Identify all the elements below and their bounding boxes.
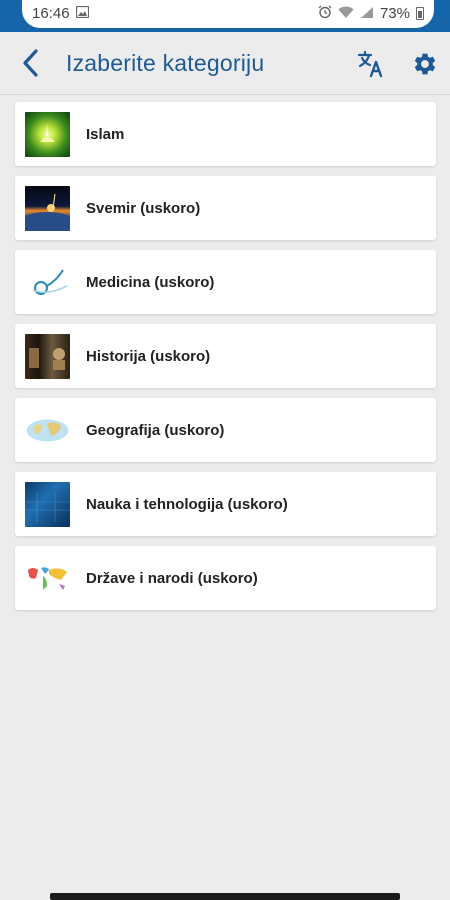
category-label: Historija (uskoro) — [86, 347, 211, 365]
battery-icon — [416, 6, 424, 20]
status-bar: 16:46 73% — [0, 0, 450, 32]
category-label: Svemir (uskoro) — [86, 199, 201, 217]
category-label: Geografija (uskoro) — [86, 421, 225, 439]
category-label: Države i narodi (uskoro) — [86, 569, 258, 587]
category-item-nauka[interactable]: Nauka i tehnologija (uskoro) — [15, 472, 436, 536]
wifi-icon — [338, 6, 354, 21]
image-notification-icon — [75, 5, 89, 20]
category-item-geografija[interactable]: Geografija (uskoro) — [15, 398, 436, 462]
page-title: Izaberite kategoriju — [66, 50, 265, 76]
category-item-historija[interactable]: Historija (uskoro) — [15, 324, 436, 388]
status-time: 16:46 — [32, 4, 70, 22]
history-thumbnail — [25, 333, 70, 379]
app-bar-divider — [0, 94, 450, 95]
space-thumbnail — [25, 185, 70, 231]
category-list: Islam Svemir (uskoro) Medicina (uskoro) … — [15, 102, 436, 620]
system-nav-bar — [50, 893, 400, 900]
translate-button[interactable] — [354, 47, 388, 81]
app-bar: Izaberite kategoriju — [0, 32, 450, 94]
status-right: 73% — [318, 5, 424, 22]
islam-thumbnail — [25, 111, 70, 157]
category-label: Nauka i tehnologija (uskoro) — [86, 495, 288, 513]
back-button[interactable] — [14, 46, 48, 80]
gear-icon — [414, 53, 436, 75]
signal-icon — [360, 6, 374, 21]
category-item-svemir[interactable]: Svemir (uskoro) — [15, 176, 436, 240]
science-thumbnail — [25, 481, 70, 527]
battery-percent: 73% — [379, 4, 410, 22]
category-item-drzave[interactable]: Države i narodi (uskoro) — [15, 546, 436, 610]
alarm-icon — [318, 5, 332, 21]
phone-screen: 16:46 73% Izaberite kategoriju Islam Sve… — [0, 0, 450, 900]
category-item-medicina[interactable]: Medicina (uskoro) — [15, 250, 436, 314]
translate-icon — [357, 50, 383, 78]
settings-button[interactable] — [408, 47, 442, 81]
category-item-islam[interactable]: Islam — [15, 102, 436, 166]
countries-map-thumbnail — [25, 555, 70, 601]
category-label: Islam — [86, 125, 125, 143]
geography-thumbnail — [25, 407, 70, 453]
status-left: 16:46 — [32, 5, 89, 22]
status-bar-pill: 16:46 73% — [22, 0, 434, 28]
medicine-thumbnail — [25, 259, 70, 305]
back-arrow-icon — [23, 49, 38, 77]
category-label: Medicina (uskoro) — [86, 273, 215, 291]
